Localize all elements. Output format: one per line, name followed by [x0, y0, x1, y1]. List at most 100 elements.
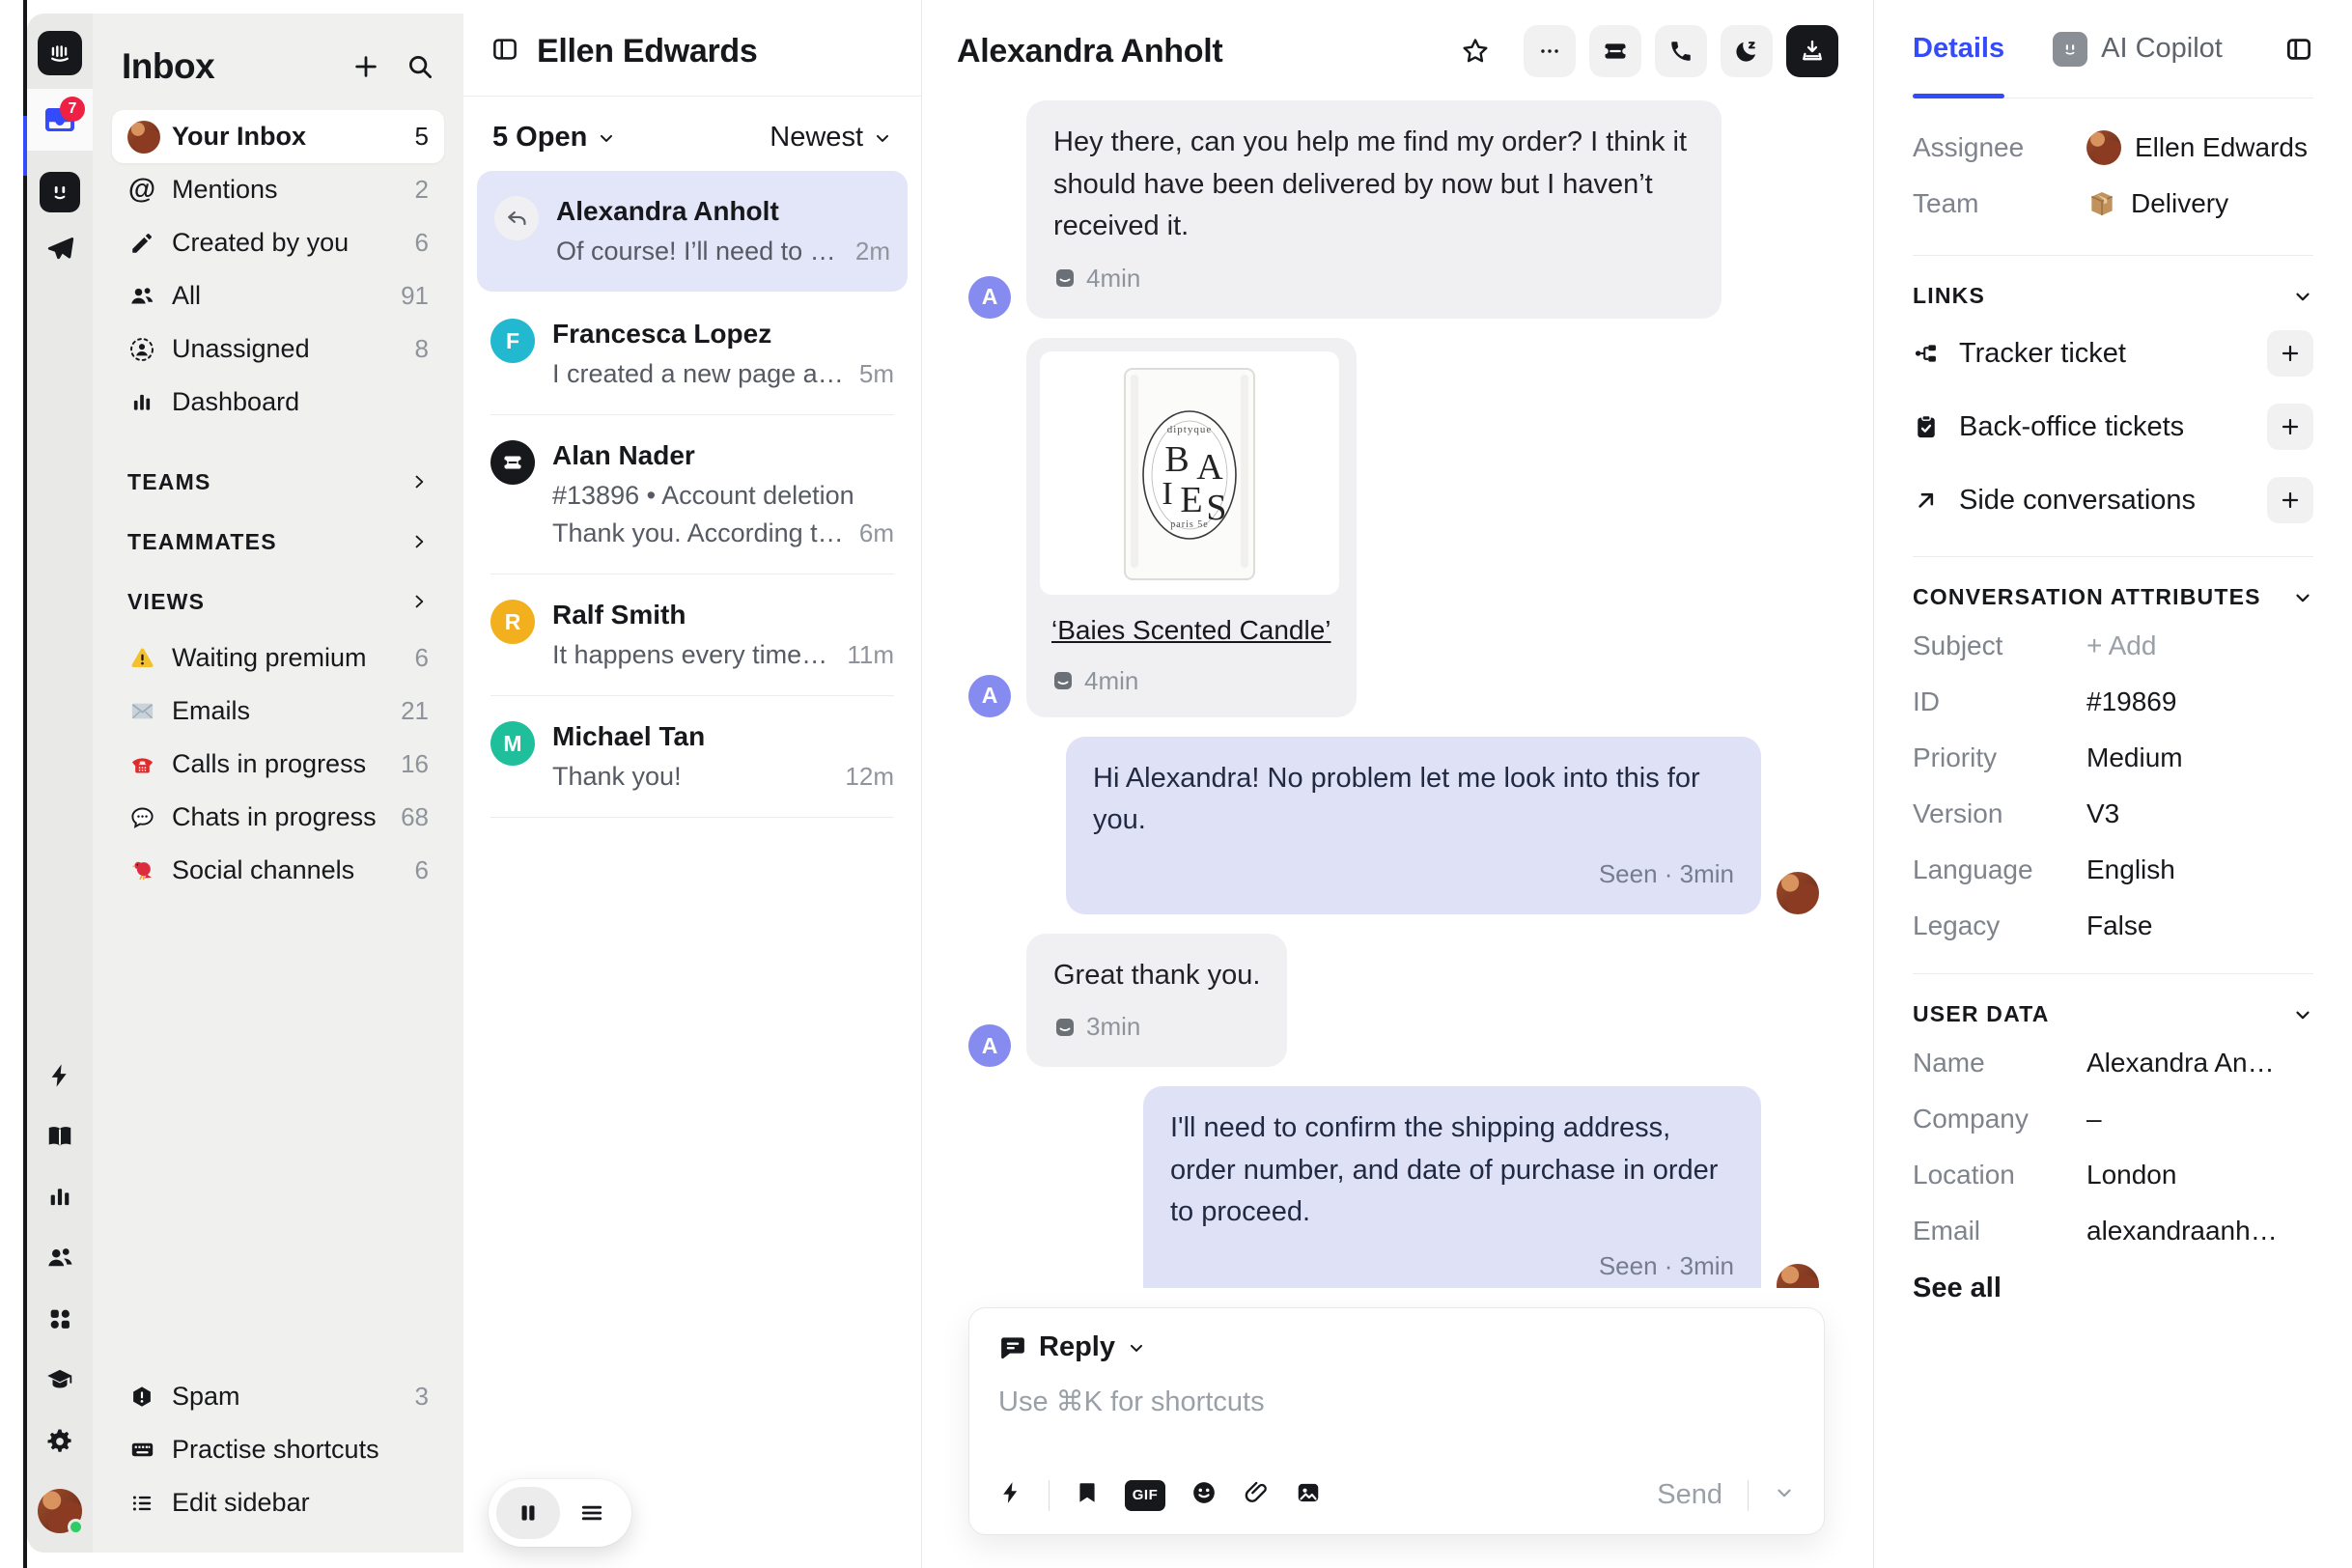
sidebar-section-teams[interactable]: TEAMS: [112, 452, 444, 512]
user-data-header[interactable]: USER DATA: [1913, 1001, 2313, 1027]
candle-product-image[interactable]: diptyque B A I E S paris 5e: [1040, 351, 1339, 595]
archive-down-icon: [1799, 38, 1826, 65]
user-data-section: USER DATA Name Alexandra An… Company – L…: [1913, 974, 2313, 1330]
conversation-list-header: Ellen Edwards: [463, 0, 921, 97]
tab-details[interactable]: Details: [1913, 0, 2004, 98]
sidebar-item-count: 3: [415, 1382, 429, 1412]
links-header[interactable]: LINKS: [1913, 283, 2313, 309]
sidebar-item-created-by-you[interactable]: Created by you 6: [112, 216, 444, 269]
user-value: –: [2086, 1104, 2102, 1134]
assignee-avatar: [2086, 130, 2121, 165]
rail-item-automation[interactable]: [46, 1062, 73, 1089]
call-button[interactable]: [1655, 25, 1707, 77]
lightning-icon: [998, 1480, 1023, 1505]
attribute-row-legacy[interactable]: Legacy False: [1913, 898, 2313, 954]
conversation-row-alan[interactable]: Alan Nader #13896 • Account deletion Tha…: [463, 415, 921, 574]
shortcuts-button[interactable]: [998, 1480, 1023, 1510]
collapse-details-button[interactable]: [2284, 35, 2313, 64]
lightning-icon: [46, 1062, 73, 1089]
sidebar-item-spam[interactable]: Spam 3: [112, 1370, 444, 1423]
sidebar-item-practise-shortcuts[interactable]: Practise shortcuts: [112, 1423, 444, 1476]
rail-item-settings[interactable]: [45, 1427, 74, 1456]
conversation-row-alexandra[interactable]: Alexandra Anholt Of course! I’ll need to…: [477, 171, 908, 292]
link-label: Tracker ticket: [1959, 338, 2126, 370]
message-input[interactable]: [998, 1385, 1795, 1479]
user-avatar[interactable]: [38, 1489, 82, 1533]
reply-arrow-icon: [504, 206, 529, 231]
image-icon: [1295, 1479, 1322, 1506]
conversation-list: Ellen Edwards 5 Open Newest: [463, 0, 922, 1568]
attribute-label: Legacy: [1913, 910, 2086, 941]
assignee-label: Assignee: [1913, 132, 2086, 163]
send-options-button[interactable]: [1774, 1482, 1795, 1508]
messenger-icon: [1053, 1016, 1077, 1039]
emoji-button[interactable]: [1190, 1479, 1218, 1511]
sidebar-item-social-channels[interactable]: Social channels 6: [112, 844, 444, 897]
list-view-button[interactable]: [560, 1487, 624, 1539]
attribute-row-subject[interactable]: Subject + Add: [1913, 618, 2313, 674]
chat-header: Alexandra Anholt: [922, 0, 1873, 93]
sidebar-item-mentions[interactable]: @ Mentions 2: [112, 163, 444, 216]
sidebar-section-teammates[interactable]: TEAMMATES: [112, 512, 444, 572]
see-all-link[interactable]: See all: [1913, 1273, 2313, 1304]
intercom-logo[interactable]: [38, 31, 82, 75]
rail-item-inbox[interactable]: 7: [27, 89, 93, 151]
composer-mode-dropdown[interactable]: Reply: [998, 1331, 1795, 1363]
open-filter-dropdown[interactable]: 5 Open: [492, 122, 616, 154]
attribute-value[interactable]: + Add: [2086, 630, 2156, 661]
close-conversation-button[interactable]: [1786, 25, 1838, 77]
attribute-row-language[interactable]: Language English: [1913, 842, 2313, 898]
gif-button[interactable]: GIF: [1125, 1480, 1165, 1511]
chat-panel: Alexandra Anholt: [922, 0, 1873, 1568]
sidebar-item-emails[interactable]: Emails 21: [112, 685, 444, 738]
svg-text:S: S: [1206, 488, 1226, 528]
conversation-row-ralf[interactable]: R Ralf Smith It happens every time I ref…: [463, 574, 921, 695]
rail-item-contacts[interactable]: [45, 1244, 74, 1273]
attribute-row-priority[interactable]: Priority Medium: [1913, 730, 2313, 786]
tab-ai-copilot[interactable]: AI Copilot: [2053, 0, 2223, 98]
saved-replies-button[interactable]: [1075, 1480, 1100, 1510]
star-button[interactable]: [1452, 28, 1498, 74]
rail-item-apps[interactable]: [46, 1305, 73, 1332]
sidebar-item-edit-sidebar[interactable]: Edit sidebar: [112, 1476, 444, 1529]
sidebar-item-dashboard[interactable]: Dashboard: [112, 376, 444, 429]
add-back-office-ticket-button[interactable]: [2267, 404, 2313, 450]
sidebar-item-chats-in-progress[interactable]: Chats in progress 68: [112, 791, 444, 844]
rail-item-reports[interactable]: [46, 1184, 73, 1211]
sidebar-item-calls-in-progress[interactable]: Calls in progress 16: [112, 738, 444, 791]
sidebar-item-label: Mentions: [172, 175, 278, 205]
sidebar-item-your-inbox[interactable]: Your Inbox 5: [112, 110, 444, 163]
collapse-panel-button[interactable]: [490, 35, 519, 69]
rail-item-academy[interactable]: [45, 1365, 74, 1394]
team-row[interactable]: Team Delivery: [1913, 176, 2313, 232]
add-tracker-ticket-button[interactable]: [2267, 330, 2313, 377]
rail-item-outbound[interactable]: [44, 234, 75, 265]
attribute-row-version[interactable]: Version V3: [1913, 786, 2313, 842]
attachment-button[interactable]: [1243, 1479, 1270, 1511]
attributes-header[interactable]: CONVERSATION ATTRIBUTES: [1913, 584, 2313, 610]
sidebar-item-all[interactable]: All 91: [112, 269, 444, 322]
sidebar-item-unassigned[interactable]: Unassigned 8: [112, 322, 444, 376]
sort-dropdown[interactable]: Newest: [770, 122, 892, 154]
rail-item-knowledge[interactable]: [45, 1122, 74, 1151]
snooze-button[interactable]: [1721, 25, 1773, 77]
initial-avatar: F: [490, 319, 535, 363]
create-ticket-button[interactable]: [1589, 25, 1641, 77]
chevron-right-icon: [409, 472, 429, 491]
insert-image-button[interactable]: [1295, 1479, 1322, 1511]
search-icon: [406, 52, 434, 81]
rail-item-ai-fin[interactable]: [40, 172, 80, 212]
conversation-row-francesca[interactable]: F Francesca Lopez I created a new page a…: [463, 294, 921, 414]
sidebar-section-views[interactable]: VIEWS: [112, 572, 444, 631]
sidebar-title: Inbox: [122, 46, 326, 87]
search-button[interactable]: [406, 52, 434, 81]
more-options-button[interactable]: [1524, 25, 1576, 77]
new-conversation-button[interactable]: [351, 52, 380, 81]
sidebar-item-waiting-premium[interactable]: Waiting premium 6: [112, 631, 444, 685]
conversation-row-michael[interactable]: M Michael Tan Thank you! 12m: [463, 696, 921, 817]
assignee-row[interactable]: Assignee Ellen Edwards: [1913, 120, 2313, 176]
split-view-button[interactable]: [496, 1487, 560, 1539]
product-link[interactable]: ‘Baies Scented Candle’: [1051, 610, 1331, 651]
send-button[interactable]: Send: [1657, 1479, 1722, 1511]
add-side-conversation-button[interactable]: [2267, 477, 2313, 523]
